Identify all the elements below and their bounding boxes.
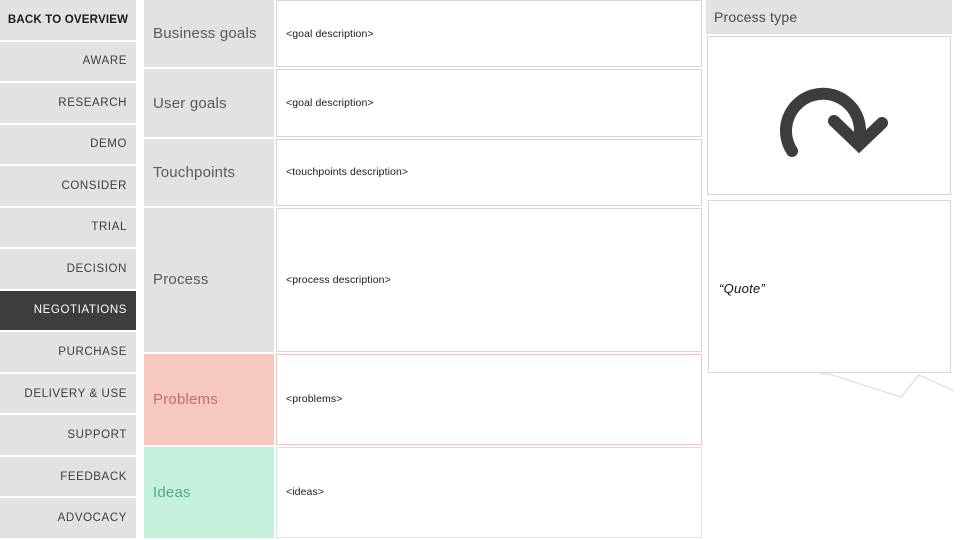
quote-text: “Quote” (719, 281, 765, 296)
sidebar-item-delivery-and-use[interactable]: DELIVERY & USE (0, 374, 136, 414)
sidebar-item-research[interactable]: RESEARCH (0, 83, 136, 123)
process-type-title: Process type (714, 9, 797, 25)
sidebar-item-purchase[interactable]: PURCHASE (0, 332, 136, 372)
process-type-box[interactable] (707, 36, 951, 195)
row-value-process[interactable]: <process description> (276, 208, 702, 352)
sidebar-item-consider[interactable]: CONSIDER (0, 166, 136, 206)
journey-detail-grid: Business goals <goal description> User g… (144, 0, 702, 540)
sidebar-item-label: RESEARCH (58, 97, 127, 109)
row-label-text: Ideas (153, 484, 191, 501)
row-value-text: <goal description> (286, 97, 374, 109)
quote-bubble[interactable]: “Quote” (708, 200, 951, 373)
stage-sidebar: BACK TO OVERVIEW AWARE RESEARCH DEMO CON… (0, 0, 136, 540)
row-label-user-goals[interactable]: User goals (144, 69, 274, 136)
sidebar-item-label: PURCHASE (58, 346, 127, 358)
row-value-text: <touchpoints description> (286, 166, 408, 178)
sidebar-item-negotiations[interactable]: NEGOTIATIONS (0, 291, 136, 331)
circular-arrow-clockwise-icon (764, 63, 894, 168)
right-panel: Process type “Quote” (706, 0, 952, 540)
sidebar-item-label: CONSIDER (61, 180, 127, 192)
row-label-text: Business goals (153, 25, 257, 42)
row-value-text: <process description> (286, 274, 391, 286)
sidebar-item-label: AWARE (83, 55, 127, 67)
row-label-problems[interactable]: Problems (144, 354, 274, 445)
sidebar-item-aware[interactable]: AWARE (0, 42, 136, 82)
sidebar-item-label: SUPPORT (67, 429, 127, 441)
row-label-touchpoints[interactable]: Touchpoints (144, 139, 274, 206)
row-label-process[interactable]: Process (144, 208, 274, 352)
row-value-business-goals[interactable]: <goal description> (276, 0, 702, 67)
sidebar-item-support[interactable]: SUPPORT (0, 415, 136, 455)
sidebar-item-feedback[interactable]: FEEDBACK (0, 457, 136, 497)
row-label-text: User goals (153, 95, 227, 112)
sidebar-item-label: TRIAL (91, 221, 127, 233)
sidebar-item-trial[interactable]: TRIAL (0, 208, 136, 248)
sidebar-item-label: DELIVERY & USE (24, 388, 127, 400)
row-value-text: <ideas> (286, 486, 324, 498)
sidebar-item-label: FEEDBACK (60, 471, 127, 483)
table-row: Process <process description> (144, 208, 702, 352)
row-value-text: <goal description> (286, 28, 374, 40)
row-value-problems[interactable]: <problems> (276, 354, 702, 445)
table-row: Touchpoints <touchpoints description> (144, 139, 702, 206)
sidebar-item-back-to-overview[interactable]: BACK TO OVERVIEW (0, 0, 136, 40)
table-row: User goals <goal description> (144, 69, 702, 136)
row-value-touchpoints[interactable]: <touchpoints description> (276, 139, 702, 206)
sidebar-item-label: DEMO (90, 138, 127, 150)
process-type-header: Process type (706, 0, 952, 34)
row-label-text: Problems (153, 391, 218, 408)
row-label-ideas[interactable]: Ideas (144, 447, 274, 538)
row-value-ideas[interactable]: <ideas> (276, 447, 702, 538)
table-row: Problems <problems> (144, 354, 702, 445)
sidebar-item-decision[interactable]: DECISION (0, 249, 136, 289)
sidebar-item-demo[interactable]: DEMO (0, 125, 136, 165)
row-label-text: Process (153, 271, 209, 288)
sidebar-item-label: NEGOTIATIONS (34, 304, 127, 316)
row-label-text: Touchpoints (153, 164, 235, 181)
table-row: Business goals <goal description> (144, 0, 702, 67)
row-value-text: <problems> (286, 393, 342, 405)
sidebar-item-label: DECISION (67, 263, 127, 275)
sidebar-item-advocacy[interactable]: ADVOCACY (0, 498, 136, 538)
row-value-user-goals[interactable]: <goal description> (276, 69, 702, 136)
quote-bubble-tail-icon (819, 373, 954, 399)
sidebar-item-label: ADVOCACY (58, 512, 127, 524)
sidebar-item-label: BACK TO OVERVIEW (8, 14, 128, 26)
table-row: Ideas <ideas> (144, 447, 702, 538)
row-label-business-goals[interactable]: Business goals (144, 0, 274, 67)
